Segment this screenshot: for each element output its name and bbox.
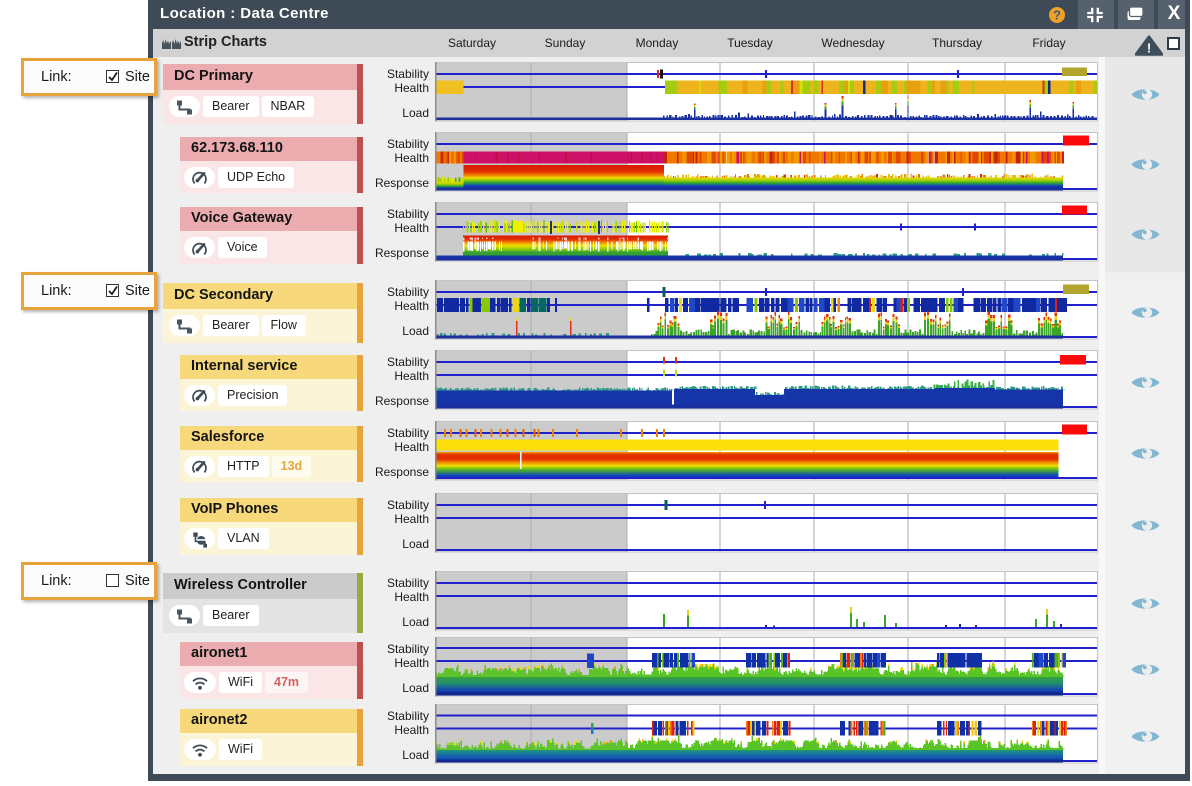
svg-text:?: ? <box>1053 8 1061 23</box>
svg-text:!: ! <box>1147 40 1151 55</box>
